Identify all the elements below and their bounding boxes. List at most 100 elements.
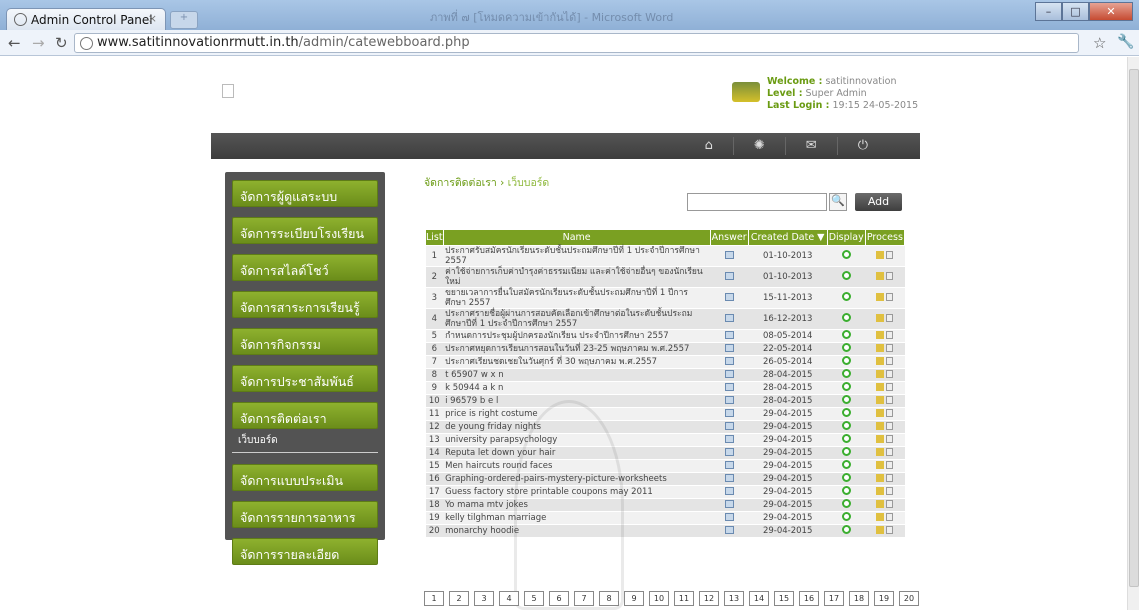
answer-icon[interactable] <box>724 356 734 365</box>
delete-icon[interactable] <box>886 473 894 482</box>
forward-arrow-icon[interactable]: → <box>32 34 45 52</box>
page-link[interactable]: 6 <box>549 591 569 606</box>
display-toggle-icon[interactable] <box>841 473 851 482</box>
answer-icon[interactable] <box>724 330 734 339</box>
page-link[interactable]: 8 <box>599 591 619 606</box>
page-link[interactable]: 10 <box>649 591 669 606</box>
edit-icon[interactable] <box>876 499 885 508</box>
answer-icon[interactable] <box>724 313 734 322</box>
display-toggle-icon[interactable] <box>841 369 851 378</box>
header-created-date[interactable]: Created Date ▼ <box>747 229 828 246</box>
edit-icon[interactable] <box>876 473 885 482</box>
display-toggle-icon[interactable] <box>841 486 851 495</box>
display-toggle-icon[interactable] <box>841 292 851 301</box>
edit-icon[interactable] <box>876 292 885 301</box>
page-link[interactable]: 17 <box>824 591 844 606</box>
search-input[interactable] <box>687 193 827 211</box>
answer-icon[interactable] <box>724 525 734 534</box>
page-link[interactable]: 18 <box>849 591 869 606</box>
delete-icon[interactable] <box>886 250 894 259</box>
edit-icon[interactable] <box>876 271 885 280</box>
answer-icon[interactable] <box>724 499 734 508</box>
display-toggle-icon[interactable] <box>841 250 851 259</box>
delete-icon[interactable] <box>886 525 894 534</box>
display-toggle-icon[interactable] <box>841 447 851 456</box>
edit-icon[interactable] <box>876 250 885 259</box>
minimize-button[interactable]: – <box>1035 2 1062 21</box>
delete-icon[interactable] <box>886 408 894 417</box>
delete-icon[interactable] <box>886 369 894 378</box>
edit-icon[interactable] <box>876 408 885 417</box>
bookmark-star-icon[interactable]: ☆ <box>1093 34 1106 52</box>
display-toggle-icon[interactable] <box>841 408 851 417</box>
maximize-button[interactable]: □ <box>1062 2 1089 21</box>
browser-tab[interactable]: Admin Control Panel × <box>6 8 166 30</box>
page-link[interactable]: 20 <box>899 591 919 606</box>
page-link[interactable]: 12 <box>699 591 719 606</box>
delete-icon[interactable] <box>886 313 894 322</box>
page-link[interactable]: 9 <box>624 591 644 606</box>
answer-icon[interactable] <box>724 395 734 404</box>
menu-item-pr[interactable]: จัดการประชาสัมพันธ์ <box>232 365 378 392</box>
page-link[interactable]: 14 <box>749 591 769 606</box>
display-toggle-icon[interactable] <box>841 271 851 280</box>
display-toggle-icon[interactable] <box>841 330 851 339</box>
edit-icon[interactable] <box>876 512 885 521</box>
page-link[interactable]: 19 <box>874 591 894 606</box>
menu-item-website[interactable]: จัดการรายละเอียดเว็บไซต์ <box>232 538 378 582</box>
breadcrumb-main[interactable]: จัดการติดต่อเรา <box>424 177 497 189</box>
display-toggle-icon[interactable] <box>841 421 851 430</box>
mail-icon[interactable]: ✉ <box>806 138 817 155</box>
close-window-button[interactable]: ✕ <box>1089 2 1133 21</box>
display-toggle-icon[interactable] <box>841 382 851 391</box>
answer-icon[interactable] <box>724 460 734 469</box>
delete-icon[interactable] <box>886 343 894 352</box>
display-toggle-icon[interactable] <box>841 356 851 365</box>
page-link[interactable]: 7 <box>574 591 594 606</box>
answer-icon[interactable] <box>724 434 734 443</box>
delete-icon[interactable] <box>886 292 894 301</box>
logout-power-icon[interactable]: ⏻ <box>858 138 868 155</box>
page-link[interactable]: 2 <box>449 591 469 606</box>
delete-icon[interactable] <box>886 434 894 443</box>
menu-item-rules[interactable]: จัดการระเบียบโรงเรียน <box>232 217 378 244</box>
edit-icon[interactable] <box>876 486 885 495</box>
page-link[interactable]: 5 <box>524 591 544 606</box>
delete-icon[interactable] <box>886 395 894 404</box>
delete-icon[interactable] <box>886 486 894 495</box>
edit-icon[interactable] <box>876 395 885 404</box>
page-link[interactable]: 15 <box>774 591 794 606</box>
answer-icon[interactable] <box>724 421 734 430</box>
close-tab-icon[interactable]: × <box>148 12 157 25</box>
vertical-scrollbar[interactable] <box>1127 57 1139 610</box>
page-link[interactable]: 4 <box>499 591 519 606</box>
delete-icon[interactable] <box>886 356 894 365</box>
delete-icon[interactable] <box>886 330 894 339</box>
new-tab-button[interactable]: + <box>170 11 198 29</box>
answer-icon[interactable] <box>724 250 734 259</box>
add-button[interactable]: Add <box>855 193 902 211</box>
answer-icon[interactable] <box>724 369 734 378</box>
answer-icon[interactable] <box>724 512 734 521</box>
answer-icon[interactable] <box>724 486 734 495</box>
edit-icon[interactable] <box>876 382 885 391</box>
display-toggle-icon[interactable] <box>841 343 851 352</box>
display-toggle-icon[interactable] <box>841 499 851 508</box>
menu-item-contact[interactable]: จัดการติดต่อเรา <box>232 402 378 429</box>
edit-icon[interactable] <box>876 421 885 430</box>
display-toggle-icon[interactable] <box>841 460 851 469</box>
edit-icon[interactable] <box>876 525 885 534</box>
settings-icon[interactable]: ✺ <box>754 138 765 155</box>
page-link[interactable]: 1 <box>424 591 444 606</box>
answer-icon[interactable] <box>724 408 734 417</box>
delete-icon[interactable] <box>886 512 894 521</box>
url-input[interactable]: www.satitinnovationrmutt.in.th/admin/cat… <box>74 33 1079 53</box>
delete-icon[interactable] <box>886 460 894 469</box>
delete-icon[interactable] <box>886 421 894 430</box>
answer-icon[interactable] <box>724 292 734 301</box>
menu-item-activities[interactable]: จัดการกิจกรรม <box>232 328 378 355</box>
reload-icon[interactable]: ↻ <box>55 34 68 52</box>
delete-icon[interactable] <box>886 447 894 456</box>
answer-icon[interactable] <box>724 473 734 482</box>
edit-icon[interactable] <box>876 343 885 352</box>
